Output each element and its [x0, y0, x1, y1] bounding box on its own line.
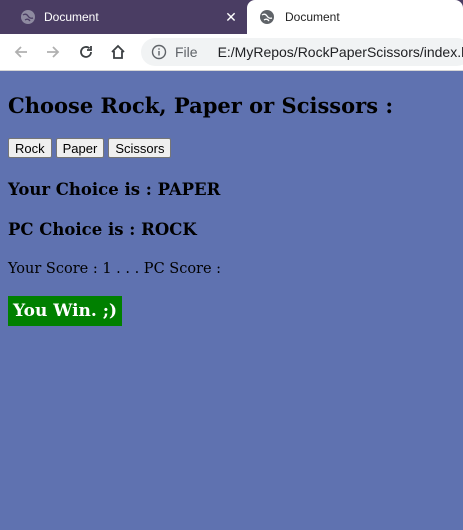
scissors-button[interactable]: Scissors: [108, 138, 172, 158]
paper-button[interactable]: Paper: [55, 138, 105, 158]
globe-icon: [259, 9, 275, 25]
tab-document-inactive[interactable]: Document ✕: [0, 0, 247, 34]
url-text[interactable]: E:/MyRepos/RockPaperScissors/index.html: [218, 44, 463, 60]
info-icon[interactable]: [151, 44, 167, 60]
pc-choice-text: PC Choice is : ROCK: [8, 220, 197, 239]
back-arrow-icon[interactable]: [10, 42, 32, 62]
home-icon[interactable]: [107, 42, 129, 62]
globe-icon: [20, 9, 36, 25]
score-text: Your Score : 1 . . . PC Score :: [8, 261, 222, 277]
address-bar[interactable]: File E:/MyRepos/RockPaperScissors/index.…: [141, 38, 463, 66]
tab-title: Document: [285, 10, 340, 24]
close-tab-icon[interactable]: ✕: [223, 9, 239, 25]
page-heading: Choose Rock, Paper or Scissors :: [8, 93, 394, 118]
choice-buttons: Rock Paper Scissors: [8, 138, 172, 158]
result-banner: You Win. ;): [8, 296, 123, 326]
tab-document-active[interactable]: Document: [247, 0, 463, 34]
browser-toolbar: File E:/MyRepos/RockPaperScissors/index.…: [0, 34, 463, 71]
site-info-label[interactable]: File: [175, 44, 198, 60]
reload-icon[interactable]: [75, 42, 97, 62]
forward-arrow-icon[interactable]: [42, 42, 64, 62]
tab-strip: Document ✕ Document: [0, 0, 463, 34]
rock-button[interactable]: Rock: [8, 138, 52, 158]
your-choice-text: Your Choice is : PAPER: [8, 180, 221, 199]
tab-title: Document: [44, 10, 99, 24]
